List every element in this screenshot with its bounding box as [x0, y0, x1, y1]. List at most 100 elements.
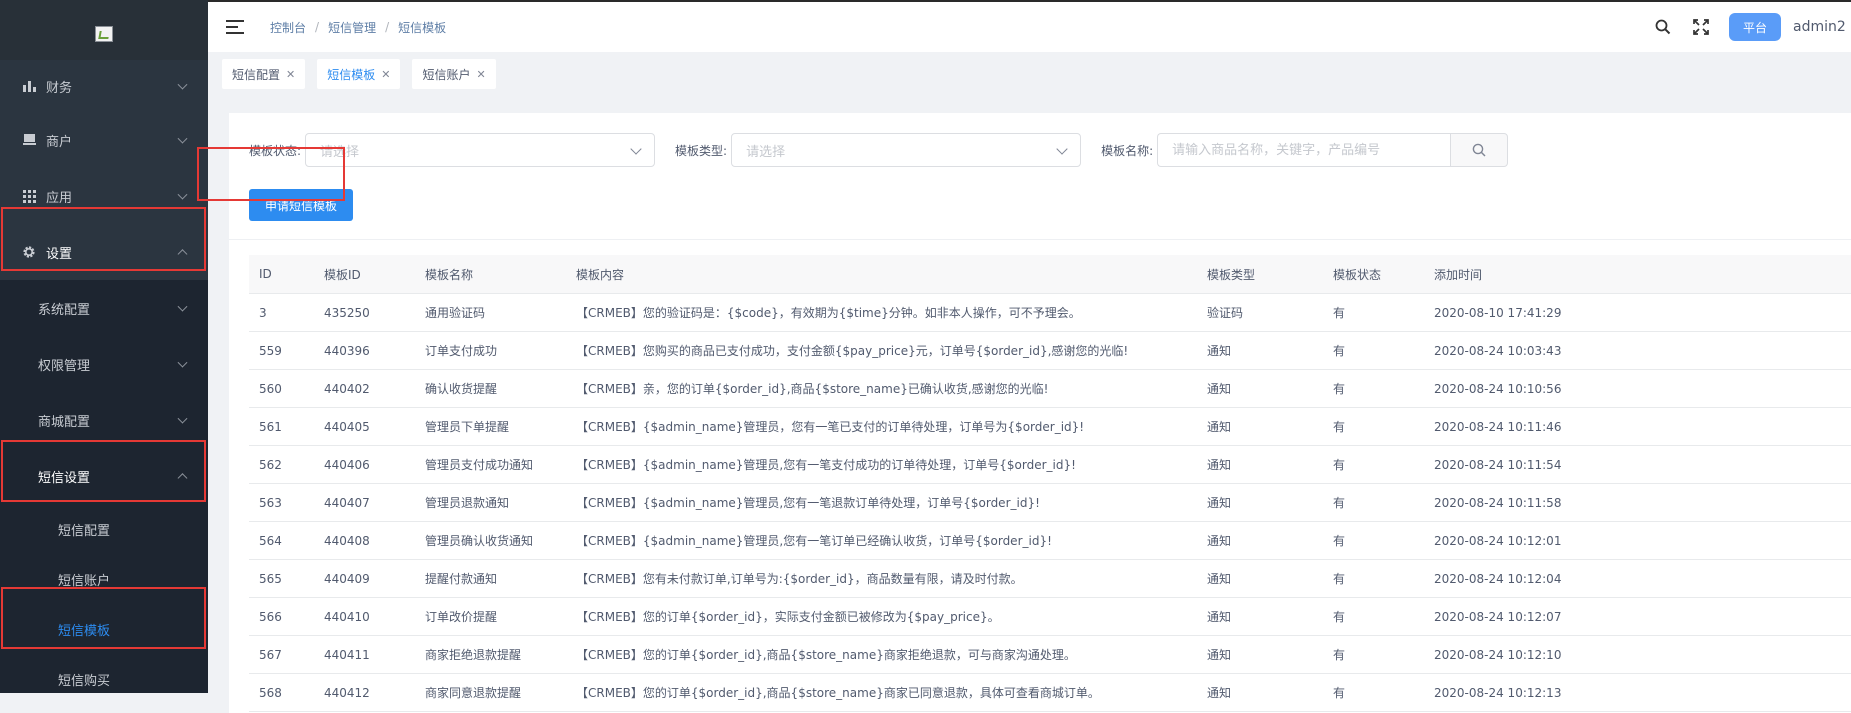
column-header: 模板内容	[566, 255, 1197, 294]
table-cell: 563	[249, 483, 314, 522]
tab-sms-account[interactable]: 短信账户 ✕	[412, 59, 496, 89]
table-cell: 【CRMEB】{$admin_name}管理员,您有一笔订单已经确认收货，订单号…	[566, 521, 1197, 560]
tab-sms-config[interactable]: 短信配置 ✕	[222, 59, 306, 89]
table-cell: 【CRMEB】您的订单{$order_id},商品{$store_name}商家…	[566, 635, 1197, 674]
sidebar-item-sms-template[interactable]: 短信模板	[0, 604, 208, 654]
table-cell: 【CRMEB】{$admin_name}管理员，您有一笔已支付的订单待处理，订单…	[566, 407, 1197, 446]
chevron-up-icon	[177, 473, 188, 484]
column-header: 模板状态	[1323, 255, 1424, 294]
sidebar-item-sms-settings[interactable]: 短信设置	[0, 448, 208, 504]
table-cell: 验证码	[1197, 293, 1323, 332]
table-cell: 2020-08-24 10:10:56	[1424, 369, 1851, 408]
platform-button[interactable]: 平台	[1728, 13, 1781, 41]
table-cell: 440407	[314, 483, 415, 522]
table-cell: 有	[1323, 521, 1424, 560]
logo[interactable]	[0, 0, 208, 68]
search-button[interactable]	[1450, 133, 1509, 167]
table-cell: 有	[1323, 483, 1424, 522]
fullscreen-icon[interactable]	[1691, 17, 1711, 37]
type-select[interactable]: 请选择	[731, 133, 1082, 167]
table-cell: 通知	[1197, 407, 1323, 446]
sidebar-item-settings[interactable]: 设置	[0, 224, 208, 280]
table-cell: 566	[249, 597, 314, 636]
table-cell: 通知	[1197, 559, 1323, 598]
table-cell: 通知	[1197, 331, 1323, 370]
close-icon[interactable]: ✕	[286, 68, 295, 81]
table-cell: 有	[1323, 331, 1424, 370]
table-cell: 2020-08-24 10:11:46	[1424, 407, 1851, 446]
table-row: 3 435250 通用验证码 【CRMEB】您的验证码是：{$code}，有效期为{$…	[249, 293, 1851, 332]
status-select[interactable]: 请选择	[305, 133, 656, 167]
sidebar-item-label: 应用	[46, 190, 73, 206]
sidebar-item-sms-purchase[interactable]: 短信购买	[0, 654, 208, 693]
table-cell: 通知	[1197, 483, 1323, 522]
sidebar-item-sms-config[interactable]: 短信配置	[0, 504, 208, 554]
table-row: 559 440396 订单支付成功 【CRMEB】您购买的商品已支付成功，支付金额{$…	[249, 331, 1851, 370]
table-cell: 管理员支付成功通知	[415, 445, 566, 484]
table-cell: 2020-08-24 10:12:04	[1424, 559, 1851, 598]
table-cell: 【CRMEB】{$admin_name}管理员,您有一笔支付成功的订单待处理，订…	[566, 445, 1197, 484]
breadcrumb-separator: /	[385, 20, 390, 34]
table-row: 562 440406 管理员支付成功通知 【CRMEB】{$admin_name}管理…	[249, 445, 1851, 484]
sidebar-item-label: 系统配置	[38, 302, 91, 318]
close-icon[interactable]: ✕	[381, 68, 390, 81]
table-cell: 有	[1323, 445, 1424, 484]
name-filter-label: 模板名称:	[1101, 143, 1154, 158]
chevron-down-icon	[177, 301, 188, 312]
table-cell: 435250	[314, 293, 415, 332]
sidebar-item-merchant[interactable]: 商户	[0, 112, 208, 168]
table-cell: 567	[249, 635, 314, 674]
tab-label: 短信配置	[232, 67, 281, 82]
status-filter-label: 模板状态:	[249, 143, 302, 158]
apply-sms-template-button[interactable]: 申请短信模板	[249, 189, 354, 221]
divider	[229, 239, 1851, 240]
sidebar-item-sms-account[interactable]: 短信账户	[0, 554, 208, 604]
grid-icon	[22, 189, 36, 203]
top-header: 控制台 / 短信管理 / 短信模板 平台 admin2	[208, 0, 1851, 52]
sidebar-item-finance[interactable]: 财务	[0, 60, 208, 112]
tab-sms-template[interactable]: 短信模板 ✕	[317, 59, 401, 89]
table-cell: 2020-08-24 10:03:43	[1424, 331, 1851, 370]
breadcrumb-separator: /	[315, 20, 320, 34]
table-cell: 440402	[314, 369, 415, 408]
template-name-input[interactable]	[1157, 133, 1451, 167]
table-cell: 通知	[1197, 369, 1323, 408]
table-cell: 559	[249, 331, 314, 370]
table-header-row: ID 模板ID 模板名称 模板内容 模板类型 模板状态 添加时间	[249, 255, 1851, 294]
table-cell: 通知	[1197, 635, 1323, 674]
table-row: 560 440402 确认收货提醒 【CRMEB】亲，您的订单{$order_id},…	[249, 369, 1851, 408]
sidebar-item-mall-config[interactable]: 商城配置	[0, 392, 208, 448]
table-cell: 有	[1323, 635, 1424, 674]
column-header: 添加时间	[1424, 255, 1851, 294]
table-cell: 【CRMEB】您有未付款订单,订单号为:{$order_id}，商品数量有限，请…	[566, 559, 1197, 598]
breadcrumb-item[interactable]: 短信管理	[328, 19, 376, 36]
table-row: 567 440411 商家拒绝退款提醒 【CRMEB】您的订单{$order_id},…	[249, 635, 1851, 674]
sidebar-item-label: 短信设置	[38, 470, 91, 486]
chevron-down-icon	[1056, 143, 1068, 155]
sidebar-item-system-config[interactable]: 系统配置	[0, 280, 208, 336]
column-header: 模板ID	[314, 255, 415, 294]
breadcrumb: 控制台 / 短信管理 / 短信模板	[270, 19, 446, 36]
table-row: 564 440408 管理员确认收货通知 【CRMEB】{$admin_name}管理…	[249, 521, 1851, 560]
menu-toggle-icon[interactable]	[226, 20, 244, 34]
close-icon[interactable]: ✕	[476, 68, 485, 81]
table-cell: 【CRMEB】您的订单{$order_id}，实际支付金额已被修改为{$pay_…	[566, 597, 1197, 636]
table-row: 561 440405 管理员下单提醒 【CRMEB】{$admin_name}管理员，…	[249, 407, 1851, 446]
tab-label: 短信账户	[422, 67, 471, 82]
select-placeholder: 请选择	[320, 144, 360, 160]
table-cell: 2020-08-24 10:12:07	[1424, 597, 1851, 636]
table-cell: 商家拒绝退款提醒	[415, 635, 566, 674]
sidebar-item-apps[interactable]: 应用	[0, 168, 208, 224]
select-placeholder: 请选择	[746, 144, 786, 160]
sidebar-item-label: 商城配置	[38, 414, 91, 430]
table-cell: 【CRMEB】您购买的商品已支付成功，支付金额{$pay_price}元，订单号…	[566, 331, 1197, 370]
search-icon	[1472, 143, 1486, 157]
user-name[interactable]: admin2	[1793, 19, 1851, 35]
breadcrumb-item[interactable]: 控制台	[270, 19, 306, 36]
table-cell: 【CRMEB】您的验证码是：{$code}，有效期为{$time}分钟。如非本人…	[566, 293, 1197, 332]
search-icon[interactable]	[1653, 17, 1673, 37]
bar-chart-icon	[22, 79, 36, 93]
sidebar-item-permissions[interactable]: 权限管理	[0, 336, 208, 392]
filter-bar: 模板状态: 请选择 模板类型: 请选择 模板名称:	[249, 133, 1509, 167]
table-cell: 有	[1323, 293, 1424, 332]
